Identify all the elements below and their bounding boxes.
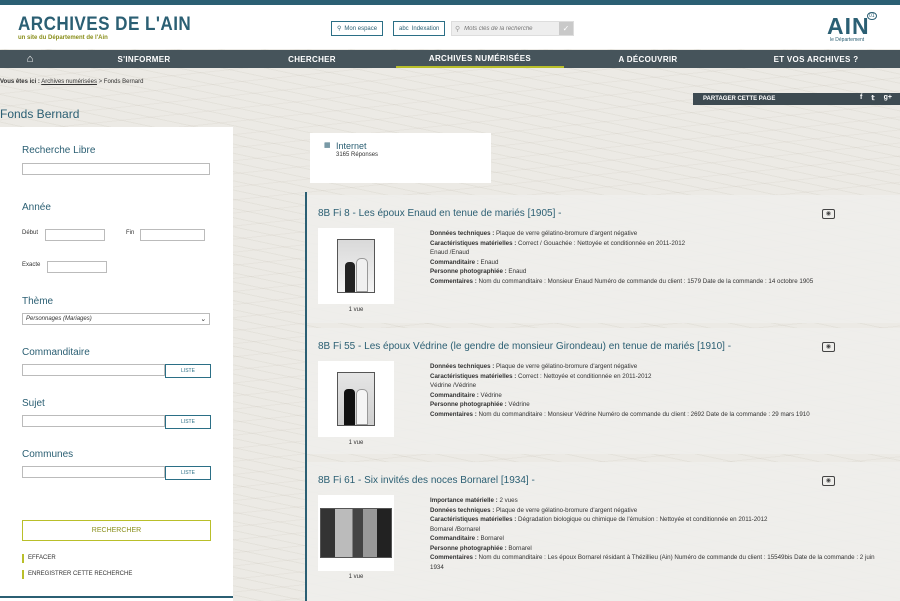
result-thumbnail[interactable] bbox=[318, 361, 394, 437]
result-metadata: Données techniques : Plaque de verre gél… bbox=[430, 363, 810, 418]
search-submit-button[interactable]: ✓ bbox=[559, 22, 573, 35]
commanditaire-heading: Commanditaire bbox=[22, 347, 90, 358]
debut-input[interactable] bbox=[45, 229, 105, 241]
header-search: ⚲ ✓ bbox=[451, 21, 574, 36]
nav-item-chercher[interactable]: CHERCHER bbox=[228, 50, 396, 68]
result-thumbnail[interactable] bbox=[318, 495, 394, 571]
site-brand[interactable]: ARCHIVES DE L'AIN bbox=[18, 14, 191, 36]
enregistrer-recherche-link[interactable]: ENREGISTRER CETTE RECHERCHE bbox=[22, 570, 132, 579]
theme-select[interactable]: Personnages (Mariages) ⌄ bbox=[22, 313, 210, 325]
sujet-input[interactable] bbox=[22, 415, 165, 427]
breadcrumb: Vous êtes ici : Archives numérisées > Fo… bbox=[0, 79, 144, 85]
annee-heading: Année bbox=[22, 202, 51, 213]
camera-icon[interactable]: ◉ bbox=[822, 342, 835, 352]
main-nav: ⌂ S'INFORMER CHERCHER ARCHIVES NUMÉRISÉE… bbox=[0, 50, 900, 68]
communes-liste-button[interactable]: LISTE bbox=[165, 466, 211, 480]
page-title: Fonds Bernard bbox=[0, 107, 80, 121]
breadcrumb-current: Fonds Bernard bbox=[103, 79, 144, 85]
home-icon: ⌂ bbox=[26, 53, 34, 65]
results-count: 3165 Réponses bbox=[336, 152, 379, 158]
theme-heading: Thème bbox=[22, 296, 54, 307]
result-title[interactable]: 8B Fi 61 - Six invités des noces Bornare… bbox=[318, 475, 535, 486]
nav-home[interactable]: ⌂ bbox=[0, 50, 60, 68]
sidebar-bottom-border bbox=[0, 596, 233, 598]
debut-label: Début bbox=[22, 230, 39, 236]
search-icon: ⚲ bbox=[455, 25, 461, 33]
nav-item-et-vos-archives[interactable]: ET VOS ARCHIVES ? bbox=[732, 50, 900, 68]
twitter-icon[interactable]: 𝕥 bbox=[871, 94, 874, 102]
photo-image bbox=[337, 372, 375, 426]
mon-espace-button[interactable]: ⚲ Mon espace bbox=[331, 21, 384, 36]
commanditaire-liste-button[interactable]: LISTE bbox=[165, 364, 211, 378]
breadcrumb-link[interactable]: Archives numérisées bbox=[41, 79, 97, 85]
effacer-link[interactable]: EFFACER bbox=[22, 554, 56, 563]
chevron-down-icon: ⌄ bbox=[200, 316, 206, 323]
results-source-label[interactable]: Internet bbox=[336, 141, 367, 151]
nav-item-a-decouvrir[interactable]: A DÉCOUVRIR bbox=[564, 50, 732, 68]
vue-count: 1 vue bbox=[348, 574, 364, 580]
camera-icon[interactable]: ◉ bbox=[822, 209, 835, 219]
nav-item-sinformer[interactable]: S'INFORMER bbox=[60, 50, 228, 68]
communes-heading: Communes bbox=[22, 449, 74, 460]
recherche-libre-heading: Recherche Libre bbox=[22, 145, 96, 156]
result-title[interactable]: 8B Fi 55 - Les époux Védrine (le gendre … bbox=[318, 341, 731, 352]
communes-input[interactable] bbox=[22, 466, 165, 478]
sujet-heading: Sujet bbox=[22, 398, 45, 409]
index-icon: abc bbox=[399, 25, 409, 32]
vue-count: 1 vue bbox=[348, 307, 364, 313]
department-logo-badge: 01 bbox=[867, 12, 877, 20]
site-brand-subtitle: un site du Département de l'Ain bbox=[18, 35, 108, 41]
recherche-libre-input[interactable] bbox=[22, 163, 210, 175]
exacte-input[interactable] bbox=[47, 261, 107, 273]
facebook-icon[interactable]: f bbox=[860, 94, 862, 102]
camera-icon[interactable]: ◉ bbox=[822, 476, 835, 486]
rechercher-button[interactable]: RECHERCHER bbox=[22, 520, 211, 541]
results-count-box: ▦ Internet 3165 Réponses bbox=[310, 133, 491, 183]
result-thumbnail[interactable] bbox=[318, 228, 394, 304]
result-metadata: Données techniques : Plaque de verre gél… bbox=[430, 230, 814, 285]
result-item: 8B Fi 61 - Six invités des noces Bornare… bbox=[307, 462, 900, 601]
exacte-label: Exacte bbox=[22, 262, 41, 268]
department-logo-subtitle: le Département bbox=[830, 37, 865, 43]
photo-image bbox=[320, 508, 392, 558]
nav-item-archives-numerisees[interactable]: ARCHIVES NUMÉRISÉES bbox=[396, 50, 564, 68]
googleplus-icon[interactable]: g+ bbox=[884, 94, 892, 102]
search-input[interactable] bbox=[460, 25, 561, 32]
vue-count: 1 vue bbox=[348, 440, 364, 446]
result-item: 8B Fi 55 - Les époux Védrine (le gendre … bbox=[307, 328, 900, 454]
site-header: ARCHIVES DE L'AIN un site du Département… bbox=[0, 5, 900, 49]
result-title[interactable]: 8B Fi 8 - Les époux Enaud en tenue de ma… bbox=[318, 208, 562, 219]
user-icon: ⚲ bbox=[337, 26, 342, 32]
grid-icon: ▦ bbox=[324, 142, 331, 149]
fin-label: Fin bbox=[126, 230, 135, 236]
result-metadata: Importance matérielle : 2 vues Données t… bbox=[430, 497, 875, 571]
share-bar: PARTAGER CETTE PAGE f 𝕥 g+ bbox=[693, 93, 900, 105]
result-item: 8B Fi 8 - Les époux Enaud en tenue de ma… bbox=[307, 195, 900, 323]
indexation-button[interactable]: abc Indexation bbox=[393, 21, 446, 36]
photo-image bbox=[337, 239, 375, 293]
department-logo[interactable]: AIN bbox=[827, 13, 870, 40]
fin-input[interactable] bbox=[140, 229, 205, 241]
commanditaire-input[interactable] bbox=[22, 364, 165, 376]
sujet-liste-button[interactable]: LISTE bbox=[165, 415, 211, 429]
